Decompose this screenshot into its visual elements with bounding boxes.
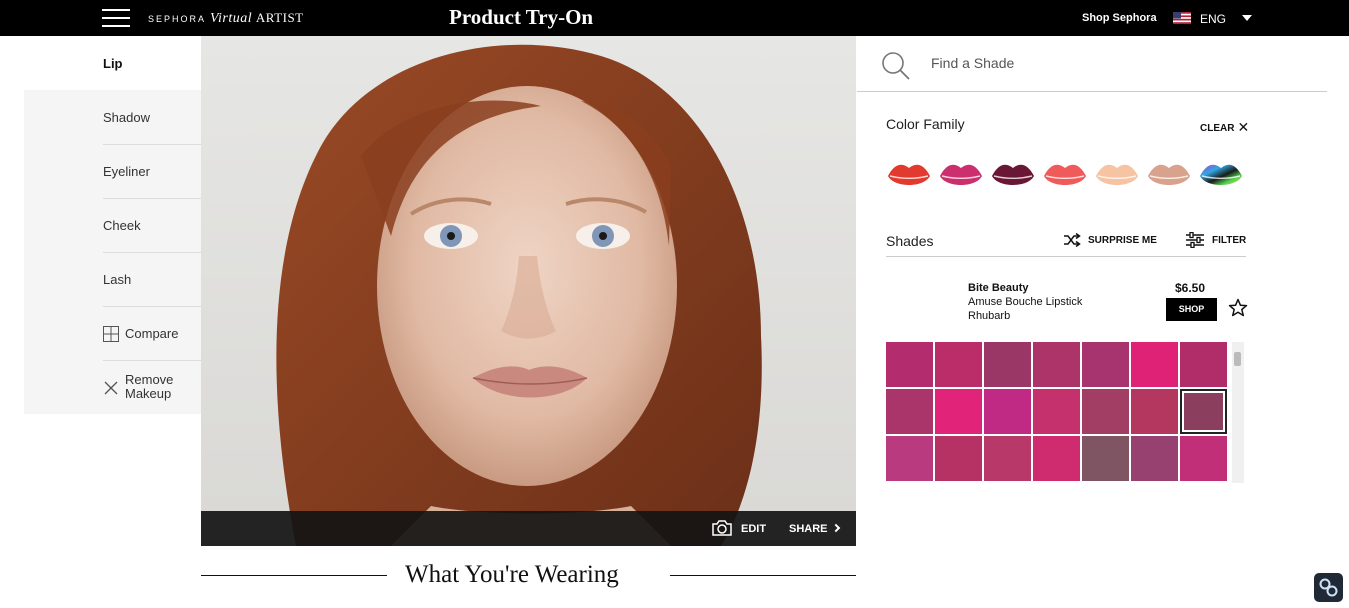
shade-swatch[interactable] <box>1180 342 1227 387</box>
search-input[interactable] <box>931 53 1291 73</box>
lip-berry-swatch[interactable] <box>990 158 1036 194</box>
shade-swatch[interactable] <box>1033 436 1080 481</box>
hamburger-menu-icon[interactable] <box>102 9 130 27</box>
shuffle-icon <box>1064 233 1081 247</box>
filter-label: FILTER <box>1212 235 1247 246</box>
shade-swatch[interactable] <box>984 342 1031 387</box>
clear-button[interactable]: CLEAR ✕ <box>1200 118 1249 135</box>
search-icon[interactable] <box>881 51 911 81</box>
extension-widget-button[interactable] <box>1314 573 1343 602</box>
shade-search-bar <box>857 36 1327 92</box>
scrollbar-thumb[interactable] <box>1234 352 1241 366</box>
share-button[interactable]: SHARE <box>789 523 840 535</box>
shade-swatch[interactable] <box>984 436 1031 481</box>
language-selector[interactable]: ENG <box>1200 12 1226 26</box>
lip-multicolor-swatch[interactable] <box>1198 158 1244 194</box>
model-photo[interactable] <box>201 36 856 546</box>
sliders-icon <box>1186 232 1204 248</box>
edit-label: EDIT <box>741 523 767 535</box>
camera-icon <box>712 520 732 536</box>
photo-action-bar: EDIT SHARE <box>201 511 856 546</box>
page-title: Product Try-On <box>449 5 594 29</box>
shade-swatch[interactable] <box>1082 389 1129 434</box>
shade-swatch[interactable] <box>886 389 933 434</box>
product-shade-name: Rhubarb <box>968 310 1011 322</box>
sidebar-item-label: Cheek <box>103 218 141 233</box>
category-sidebar: Lip Shadow Eyeliner Cheek Lash Compare R… <box>24 36 201 414</box>
sidebar-item-label: Lash <box>103 272 132 287</box>
shade-swatch[interactable] <box>935 436 982 481</box>
lip-coral-swatch[interactable] <box>1042 158 1088 194</box>
us-flag-icon[interactable] <box>1173 12 1191 24</box>
divider <box>201 575 387 576</box>
close-icon: ✕ <box>1237 119 1250 135</box>
shade-swatch[interactable] <box>935 342 982 387</box>
wearing-heading: What You're Wearing <box>405 561 619 588</box>
shop-button[interactable]: SHOP <box>1166 298 1217 321</box>
sidebar-item-label: Lip <box>103 56 123 71</box>
compare-button[interactable]: Compare <box>24 306 201 360</box>
shade-swatch[interactable] <box>886 342 933 387</box>
divider <box>886 256 1246 257</box>
color-family-heading: Color Family <box>886 116 965 132</box>
compare-label: Compare <box>125 326 179 341</box>
sidebar-item-eyeliner[interactable]: Eyeliner <box>24 144 201 198</box>
sidebar-item-lip[interactable]: Lip <box>24 36 201 90</box>
shade-swatch[interactable] <box>1180 436 1227 481</box>
star-icon[interactable] <box>1228 298 1248 318</box>
remove-makeup-label: Remove Makeup <box>125 372 174 401</box>
shades-heading: Shades <box>886 233 934 249</box>
sidebar-item-shadow[interactable]: Shadow <box>24 90 201 144</box>
sidebar-item-cheek[interactable]: Cheek <box>24 198 201 252</box>
brand-artist: ARTIST <box>255 10 304 25</box>
product-price: $6.50 <box>1175 281 1206 295</box>
shade-swatch[interactable] <box>935 389 982 434</box>
link-icon <box>1319 578 1338 597</box>
clear-label: CLEAR <box>1200 123 1235 134</box>
brand-sephora: SEPHORA <box>148 14 207 24</box>
sidebar-item-label: Shadow <box>103 110 150 125</box>
brand-virtual: Virtual <box>210 11 253 26</box>
chevron-down-icon[interactable] <box>1242 15 1252 21</box>
shade-swatch[interactable] <box>1131 342 1178 387</box>
compare-grid-icon <box>103 326 119 342</box>
top-bar: SEPHORA Virtual ARTIST Product Try-On Sho… <box>0 0 1349 36</box>
share-label: SHARE <box>789 523 828 535</box>
surprise-me-label: SURPRISE ME <box>1088 235 1157 246</box>
filter-button[interactable]: FILTER <box>1186 232 1248 250</box>
remove-makeup-button[interactable]: Remove Makeup <box>24 360 201 414</box>
shade-swatch[interactable] <box>1082 342 1129 387</box>
lip-brown-swatch[interactable] <box>1146 158 1192 194</box>
shade-swatch[interactable] <box>984 389 1031 434</box>
sidebar-item-lash[interactable]: Lash <box>24 252 201 306</box>
brand-logo[interactable]: SEPHORA Virtual ARTIST <box>148 10 304 27</box>
model-face-image <box>276 44 762 546</box>
close-icon <box>104 381 118 395</box>
shade-swatch[interactable] <box>1131 389 1178 434</box>
shade-swatch-grid <box>886 342 1229 483</box>
shade-swatch[interactable] <box>1180 389 1227 434</box>
sidebar-item-label: Eyeliner <box>103 164 150 179</box>
shade-swatch[interactable] <box>886 436 933 481</box>
lip-red-swatch[interactable] <box>886 158 932 194</box>
swatch-scrollbar[interactable] <box>1232 342 1244 483</box>
shade-swatch[interactable] <box>1033 389 1080 434</box>
lip-nude-swatch[interactable] <box>1094 158 1140 194</box>
chevron-right-icon <box>831 523 840 533</box>
lip-pink-swatch[interactable] <box>938 158 984 194</box>
shade-swatch[interactable] <box>1082 436 1129 481</box>
shop-sephora-link[interactable]: Shop Sephora <box>1082 12 1157 24</box>
product-name: Amuse Bouche Lipstick <box>968 296 1083 308</box>
product-brand: Bite Beauty <box>968 282 1029 294</box>
shade-swatch[interactable] <box>1033 342 1080 387</box>
shade-swatch[interactable] <box>1131 436 1178 481</box>
divider <box>670 575 856 576</box>
